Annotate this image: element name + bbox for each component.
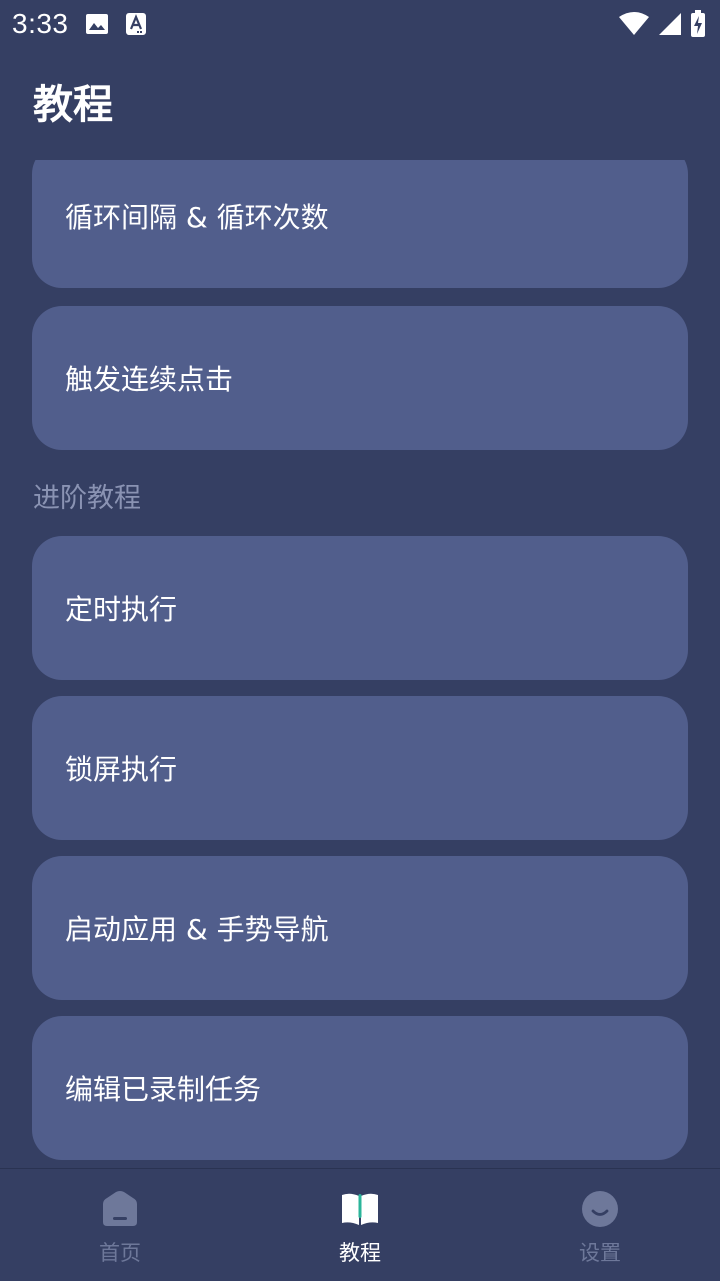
tutorial-card-loop-interval[interactable]: 循环间隔 & 循环次数 xyxy=(32,160,688,288)
home-icon xyxy=(100,1189,140,1229)
image-icon xyxy=(85,13,109,35)
card-label: 启动应用 & 手势导航 xyxy=(65,913,329,946)
card-label: 触发连续点击 xyxy=(65,363,234,396)
tutorial-card-launch-app[interactable]: 启动应用 & 手势导航 xyxy=(32,856,688,1000)
nav-item-home[interactable]: 首页 xyxy=(0,1169,240,1281)
nav-label: 设置 xyxy=(579,1241,621,1265)
book-icon xyxy=(340,1189,380,1229)
font-a-icon xyxy=(125,12,147,36)
battery-charging-icon xyxy=(690,10,706,38)
status-time: 3:33 xyxy=(12,8,69,39)
tutorial-card-continuous-click[interactable]: 触发连续点击 xyxy=(32,306,688,450)
tutorial-list[interactable]: 循环间隔 & 循环次数 触发连续点击 进阶教程 定时执行 锁屏执行 启动应用 &… xyxy=(0,160,720,1168)
status-bar: 3:33 xyxy=(0,0,720,48)
smile-icon xyxy=(580,1189,620,1229)
card-label: 定时执行 xyxy=(65,593,178,626)
status-left: 3:33 xyxy=(12,8,147,40)
cellular-signal-icon xyxy=(658,12,682,36)
wifi-icon xyxy=(618,12,650,36)
tutorial-card-lockscreen[interactable]: 锁屏执行 xyxy=(32,696,688,840)
card-label: 锁屏执行 xyxy=(65,753,178,786)
tutorial-card-edit-task[interactable]: 编辑已录制任务 xyxy=(32,1016,688,1160)
nav-label: 教程 xyxy=(339,1241,381,1265)
bottom-nav: 首页 教程 设置 xyxy=(0,1168,720,1281)
tutorial-card-scheduled[interactable]: 定时执行 xyxy=(32,536,688,680)
page-title: 教程 xyxy=(33,82,113,128)
card-label: 循环间隔 & 循环次数 xyxy=(65,201,329,234)
card-label: 编辑已录制任务 xyxy=(65,1073,262,1106)
status-right xyxy=(618,10,706,38)
nav-item-settings[interactable]: 设置 xyxy=(480,1169,720,1281)
nav-item-tutorial[interactable]: 教程 xyxy=(240,1169,480,1281)
nav-label: 首页 xyxy=(99,1241,141,1265)
section-label-advanced: 进阶教程 xyxy=(33,483,141,514)
